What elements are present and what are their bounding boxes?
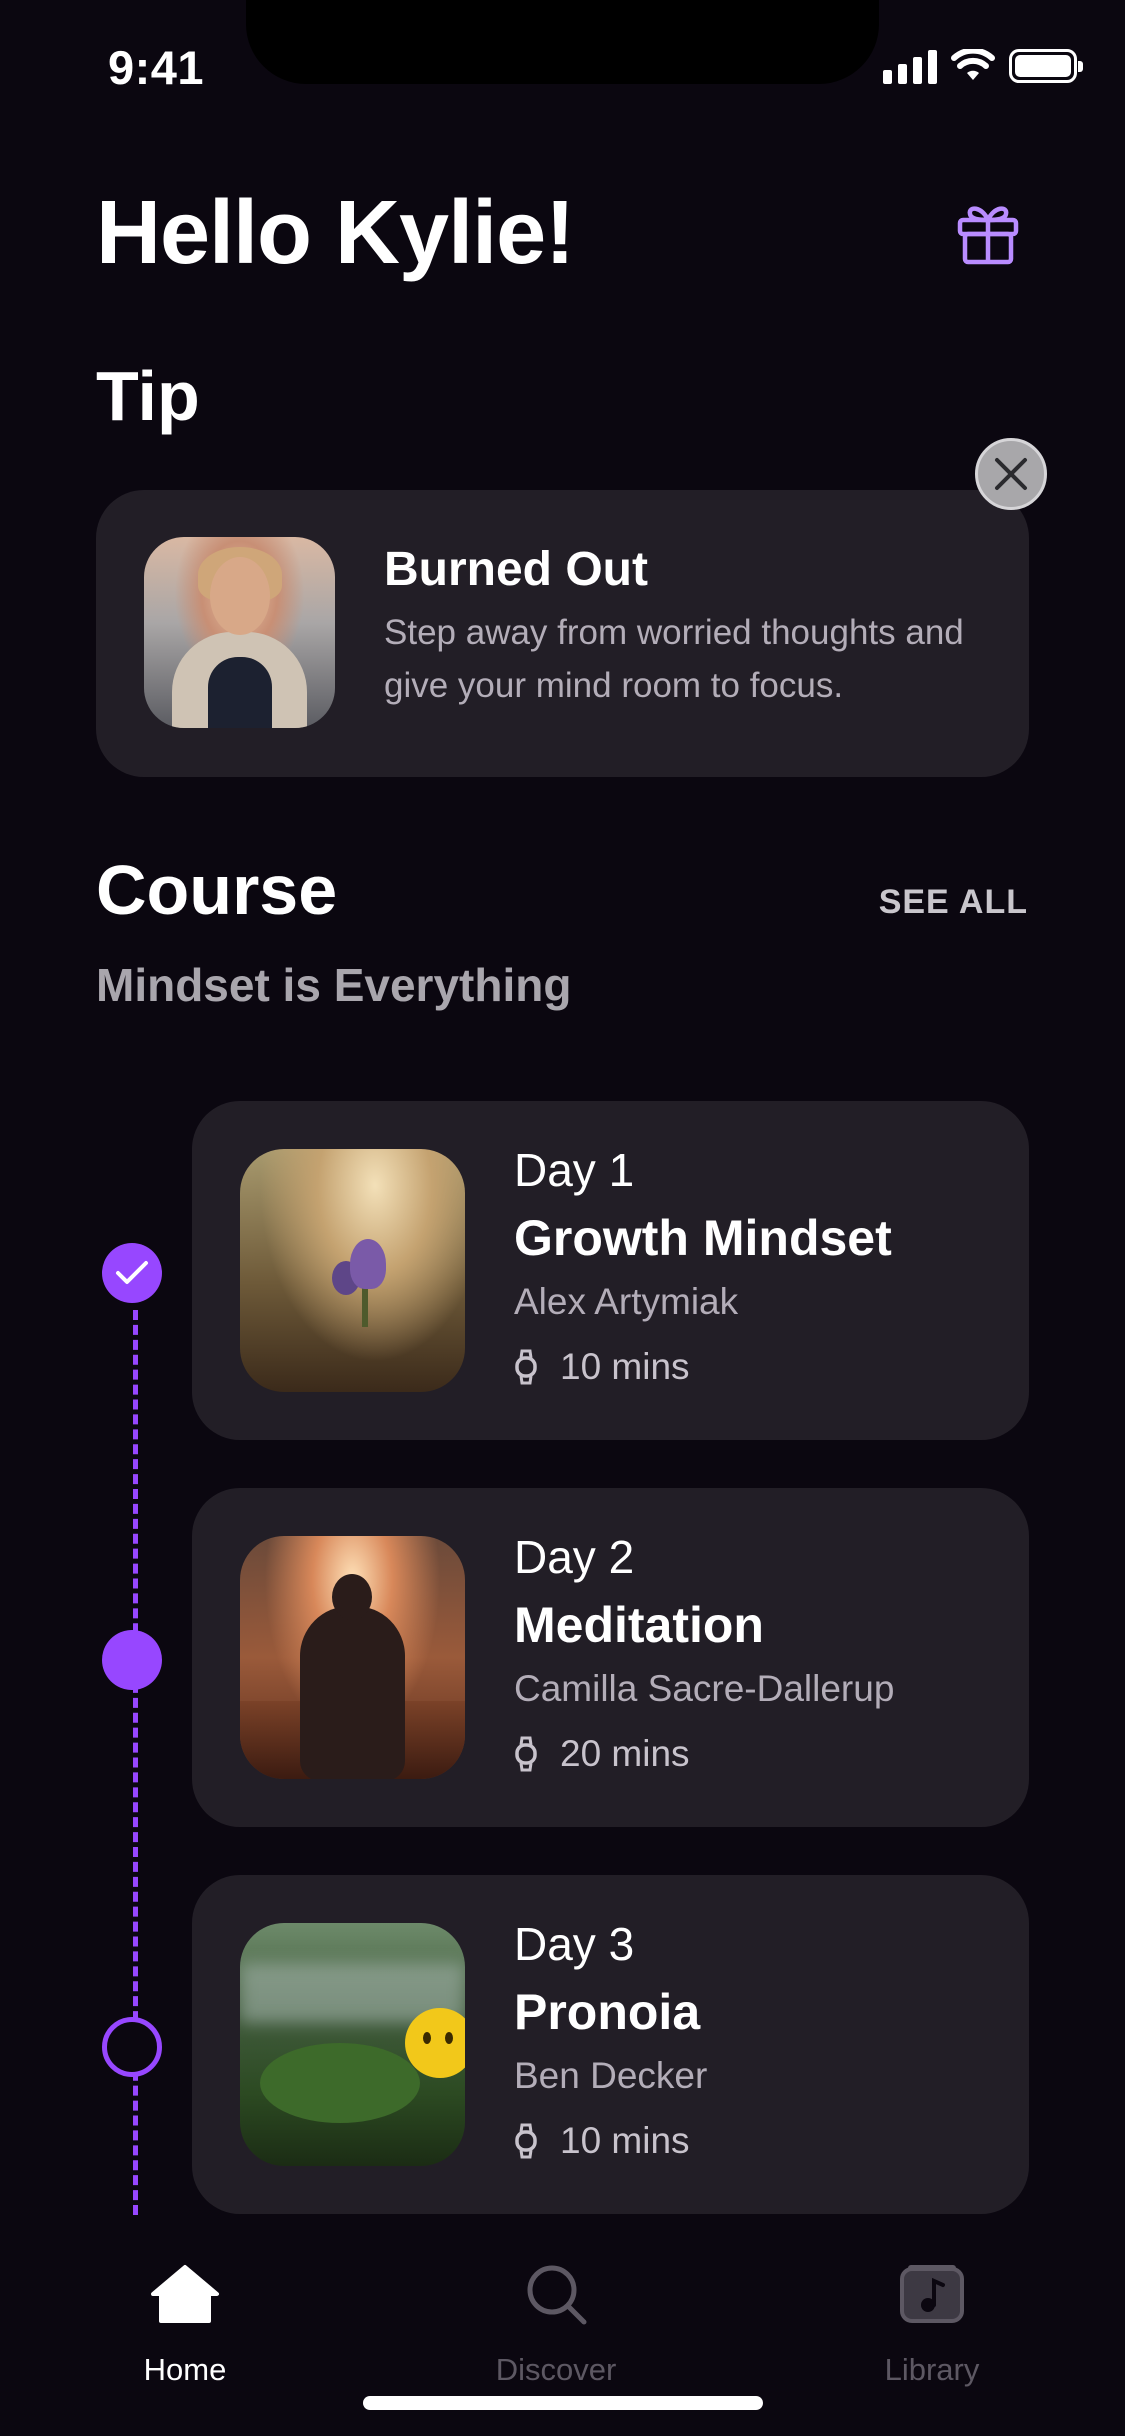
see-all-link[interactable]: SEE ALL (879, 883, 1028, 922)
tip-card[interactable]: Burned Out Step away from worried though… (96, 490, 1029, 777)
course-day-card-3[interactable]: Day 3 Pronoia Ben Decker 10 mins (192, 1875, 1029, 2214)
home-icon (151, 2265, 219, 2323)
day-1-completed-marker (102, 1243, 162, 1303)
stopwatch-icon (515, 1349, 537, 1385)
day-3-upcoming-marker (102, 2017, 162, 2077)
day-1-thumbnail (240, 1149, 465, 1392)
course-timeline (133, 1310, 138, 2215)
duration-text: 20 mins (560, 1733, 690, 1774)
tab-label: Library (884, 2352, 980, 2387)
day-title: Growth Mindset (514, 1210, 892, 1266)
day-label: Day 3 (514, 1918, 635, 1970)
cellular-signal-icon (883, 48, 937, 84)
duration-text: 10 mins (560, 2120, 690, 2161)
music-note-icon (900, 2265, 964, 2323)
home-indicator[interactable] (363, 2396, 763, 2410)
tab-discover[interactable]: Discover (456, 2258, 656, 2388)
tip-photo (144, 537, 335, 728)
close-tip-button[interactable] (975, 438, 1047, 510)
day-3-thumbnail (240, 1923, 465, 2166)
day-duration: 10 mins (514, 1346, 690, 1388)
course-day-card-1[interactable]: Day 1 Growth Mindset Alex Artymiak 10 mi… (192, 1101, 1029, 1440)
stopwatch-icon (515, 2123, 537, 2159)
day-duration: 20 mins (514, 1733, 690, 1775)
wifi-icon (951, 49, 995, 80)
greeting-title: Hello Kylie! (96, 183, 575, 283)
day-label: Day 2 (514, 1531, 635, 1583)
day-duration: 10 mins (514, 2120, 690, 2162)
checkmark-icon (116, 1261, 148, 1284)
course-heading: Course (96, 851, 338, 929)
day-author: Ben Decker (514, 2055, 708, 2096)
day-title: Meditation (514, 1597, 764, 1653)
day-2-current-marker (102, 1630, 162, 1690)
day-author: Camilla Sacre-Dallerup (514, 1668, 895, 1709)
course-day-card-2[interactable]: Day 2 Meditation Camilla Sacre-Dallerup … (192, 1488, 1029, 1827)
tab-library[interactable]: Library (832, 2258, 1032, 2388)
day-title: Pronoia (514, 1984, 701, 2040)
search-icon (527, 2265, 587, 2325)
tip-heading: Tip (96, 357, 200, 435)
battery-icon (1009, 49, 1083, 83)
close-icon (995, 458, 1027, 490)
gift-icon[interactable] (956, 196, 1020, 266)
device-notch (246, 0, 879, 84)
day-2-thumbnail (240, 1536, 465, 1779)
tab-label: Home (143, 2352, 227, 2387)
home-screen: 9:41 Hello Kylie! Tip Burned Out Step aw… (0, 0, 1125, 2436)
stopwatch-icon (515, 1736, 537, 1772)
day-label: Day 1 (514, 1144, 635, 1196)
course-subtitle: Mindset is Everything (96, 959, 572, 1011)
duration-text: 10 mins (560, 1346, 690, 1387)
tip-description: Step away from worried thoughts and give… (384, 613, 964, 705)
tab-label: Discover (495, 2352, 617, 2387)
status-icons (883, 48, 1083, 84)
status-time: 9:41 (108, 41, 205, 94)
tab-home[interactable]: Home (85, 2258, 285, 2388)
tip-title: Burned Out (384, 543, 648, 596)
day-author: Alex Artymiak (514, 1281, 739, 1322)
